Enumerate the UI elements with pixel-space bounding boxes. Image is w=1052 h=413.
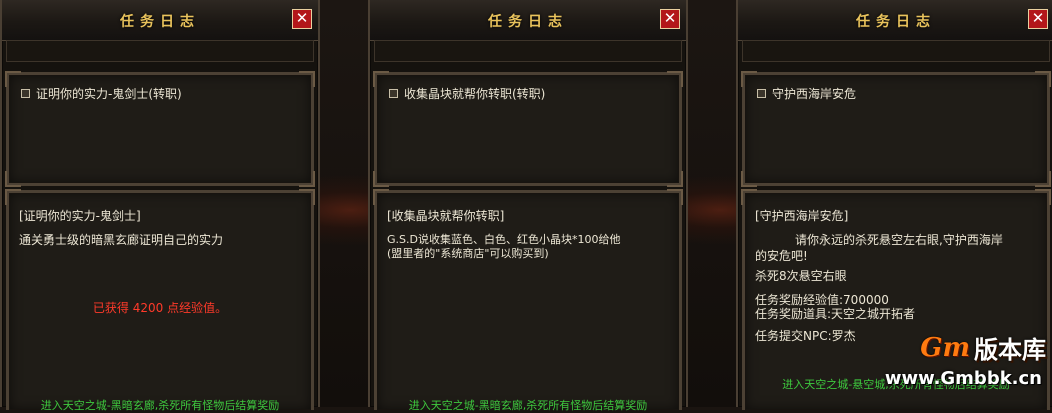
- detail-heading: [证明你的实力-鬼剑士]: [19, 209, 141, 223]
- title-bar: 任务日志 ✕: [2, 0, 318, 41]
- close-button[interactable]: ✕: [660, 9, 680, 29]
- quest-detail: [收集晶块就帮你转职] G.S.D说收集蓝色、白色、红色小晶块*100给他 (盟…: [373, 189, 683, 412]
- quest-detail: [证明你的实力-鬼剑士] 通关勇士级的暗黑玄廊证明自己的实力 已获得 4200 …: [5, 189, 315, 412]
- watermark-gm: Gm: [920, 332, 970, 363]
- detail-heading: [守护西海岸安危]: [755, 209, 849, 223]
- title-bar: 任务日志 ✕: [738, 0, 1052, 41]
- reward-status: 已获得 4200 点经验值。: [92, 301, 228, 315]
- bullet-icon: [757, 89, 766, 98]
- quest-list: 守护西海岸安危: [741, 71, 1051, 187]
- bullet-icon: [21, 89, 30, 98]
- detail-text: 的安危吧!: [755, 249, 808, 263]
- title-bar: 任务日志 ✕: [370, 0, 686, 41]
- quest-log-window-1: 任务日志 ✕ 证明你的实力-鬼剑士(转职) [证明你的实力-鬼剑士] 通关勇士级…: [0, 0, 320, 412]
- quest-name: 证明你的实力-鬼剑士(转职): [36, 87, 182, 101]
- detail-text: 请你永远的杀死悬空左右眼,守护西海岸: [795, 233, 1003, 247]
- close-button[interactable]: ✕: [292, 9, 312, 29]
- detail-text: (盟里者的"系统商店"可以购买到): [387, 247, 549, 260]
- toolbar-strip: [374, 40, 682, 62]
- detail-text: 通关勇士级的暗黑玄廊证明自己的实力: [19, 233, 224, 247]
- quest-list-item[interactable]: 守护西海岸安危: [757, 85, 856, 102]
- detail-text: 任务提交NPC:罗杰: [755, 329, 856, 343]
- quest-list-item[interactable]: 证明你的实力-鬼剑士(转职): [21, 85, 182, 102]
- quest-name: 收集晶块就帮你转职(转职): [404, 87, 546, 101]
- detail-heading: [收集晶块就帮你转职]: [387, 209, 505, 223]
- watermark-logo: Gm 版本库: [920, 330, 1046, 365]
- toolbar-strip: [6, 40, 314, 62]
- window-title: 任务日志: [488, 14, 568, 30]
- quest-list: 收集晶块就帮你转职(转职): [373, 71, 683, 187]
- quest-list-item[interactable]: 收集晶块就帮你转职(转职): [389, 85, 545, 102]
- detail-text: 杀死8次悬空右眼: [755, 269, 847, 283]
- footer-hint: 进入天空之城-黑暗玄廊,杀死所有怪物后结算奖励: [408, 399, 648, 412]
- close-button[interactable]: ✕: [1028, 9, 1048, 29]
- footer-hint: 进入天空之城-黑暗玄廊,杀死所有怪物后结算奖励: [40, 399, 280, 412]
- toolbar-strip: [742, 40, 1050, 62]
- detail-text: 任务奖励道具:天空之城开拓者: [755, 307, 916, 321]
- site-watermark: Gm 版本库 www.Gmbbk.cn: [847, 326, 1052, 407]
- window-title: 任务日志: [856, 14, 936, 30]
- bullet-icon: [389, 89, 398, 98]
- quest-list: 证明你的实力-鬼剑士(转职): [5, 71, 315, 187]
- quest-name: 守护西海岸安危: [772, 87, 857, 101]
- window-title: 任务日志: [120, 14, 200, 30]
- watermark-url: www.Gmbbk.cn: [884, 368, 1042, 389]
- quest-log-window-2: 任务日志 ✕ 收集晶块就帮你转职(转职) [收集晶块就帮你转职] G.S.D说收…: [368, 0, 688, 412]
- watermark-title: 版本库: [974, 336, 1046, 364]
